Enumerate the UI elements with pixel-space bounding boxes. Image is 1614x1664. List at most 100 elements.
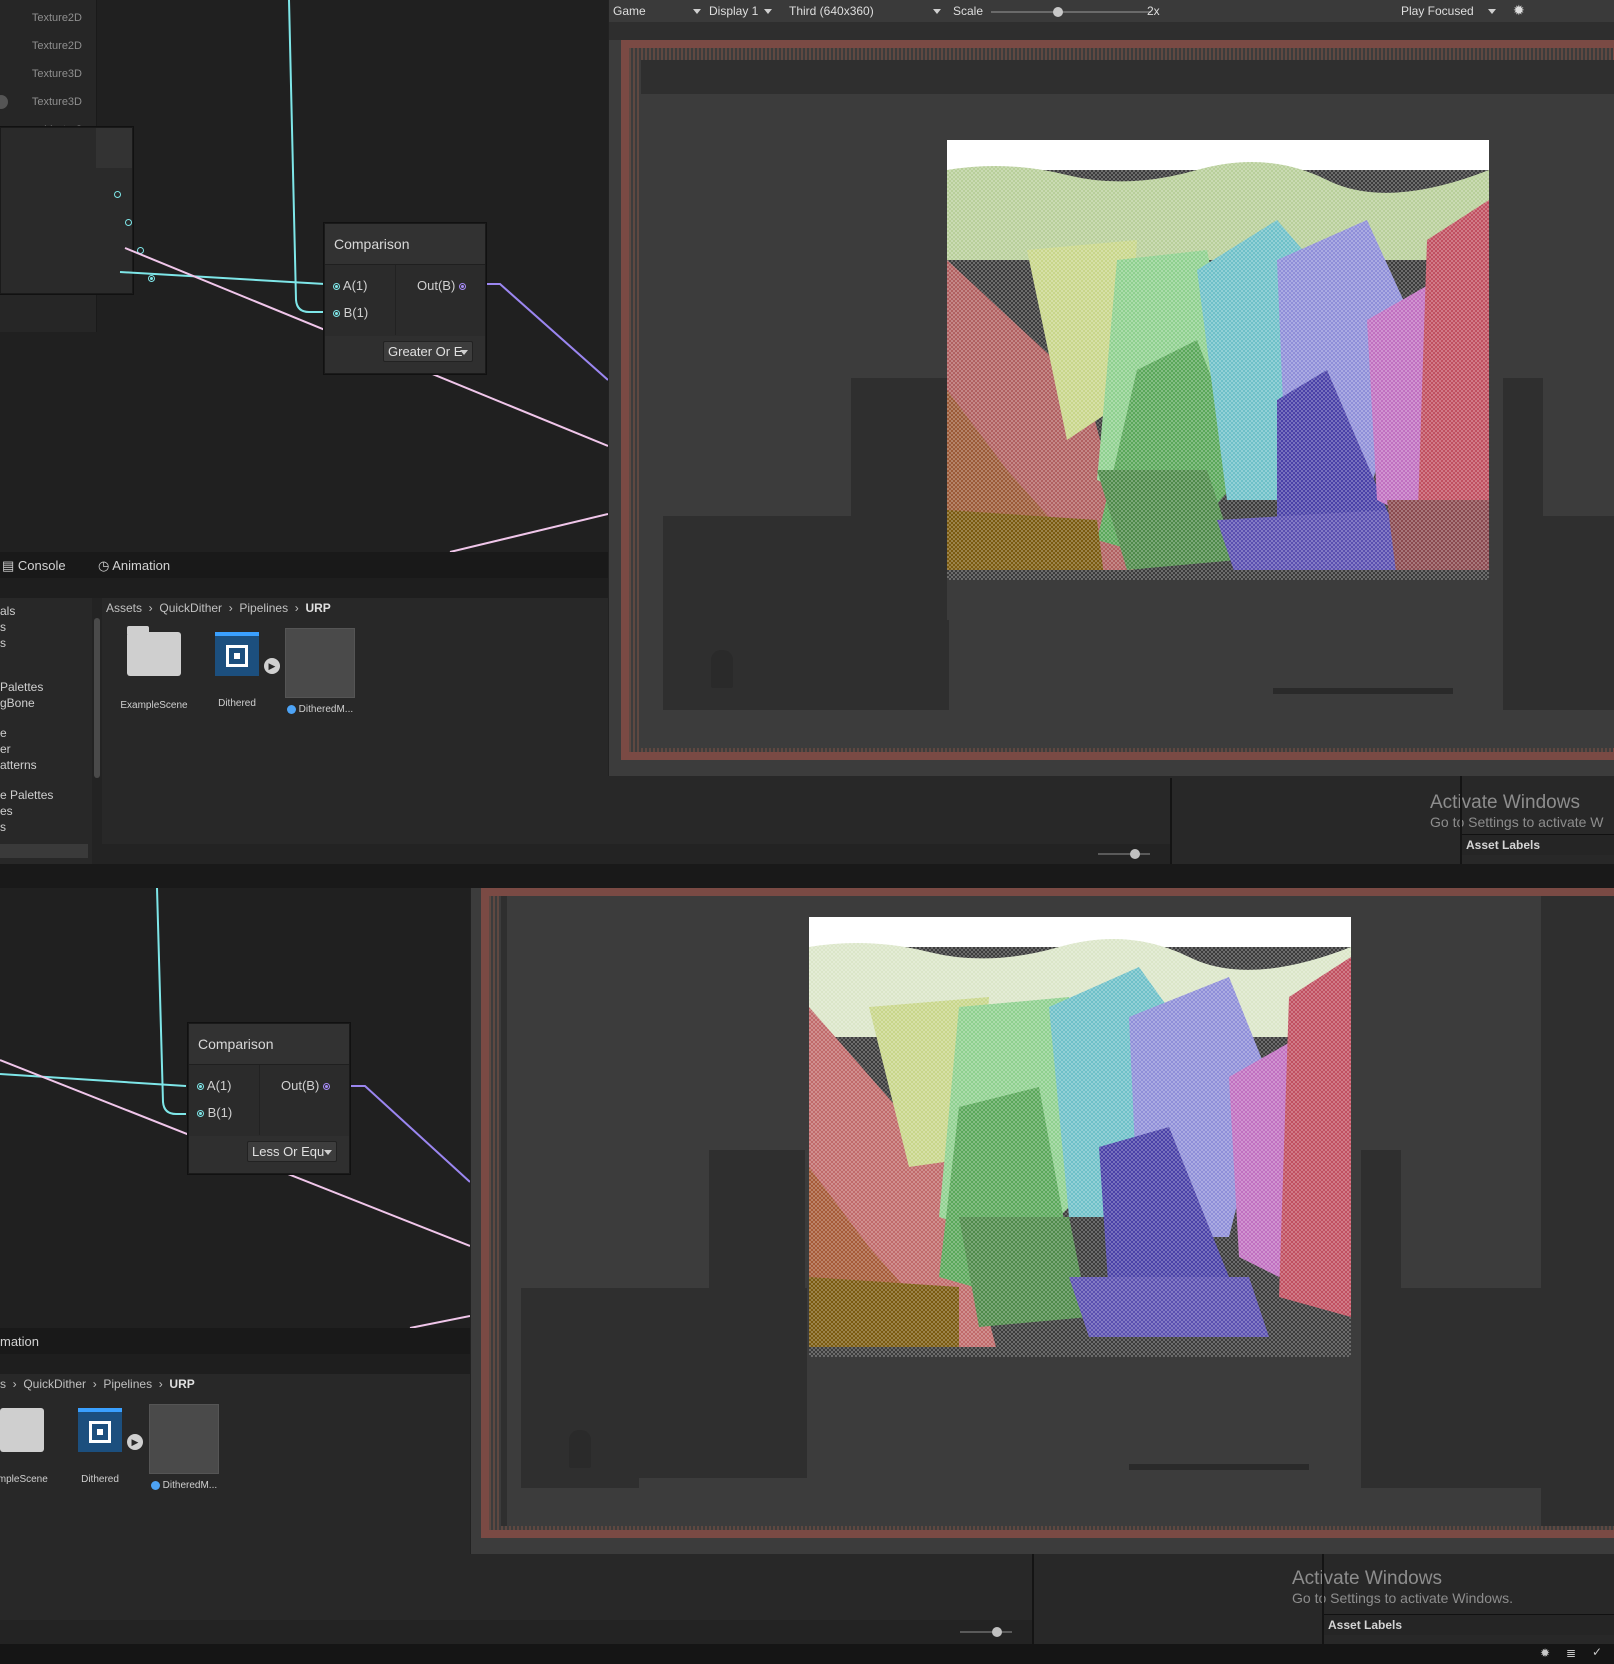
comparison-node[interactable]: Comparison A(1) B(1) Out(B) Greater Or E bbox=[324, 223, 486, 374]
tab-console[interactable]: ▤ Console bbox=[2, 558, 66, 574]
comparison-mode-dropdown[interactable]: Less Or Equ bbox=[247, 1141, 337, 1162]
port-dot-icon bbox=[458, 283, 466, 291]
layers-icon[interactable]: ≣ bbox=[1566, 1646, 1576, 1660]
chevron-down-icon bbox=[764, 9, 773, 15]
resolution-dropdown[interactable]: Third (640x360) bbox=[789, 4, 874, 18]
tree-item[interactable]: s bbox=[0, 620, 6, 634]
asset-item[interactable]: ampleScene bbox=[0, 1408, 60, 1485]
port-dot-icon bbox=[197, 1083, 204, 1091]
folder-tree[interactable]: als s s Palettes gBone e er atterns e Pa… bbox=[0, 598, 92, 864]
port-dot-icon bbox=[333, 310, 340, 318]
tree-item[interactable]: e bbox=[0, 726, 7, 740]
shader-graph-panel-bottom[interactable]: Comparison A(1) B(1) Out(B) Less Or Equ bbox=[0, 888, 470, 1328]
display-dropdown[interactable]: Display 1 bbox=[709, 4, 773, 18]
scale-label: Scale bbox=[953, 4, 984, 18]
tab-animation[interactable]: ◷ Animation bbox=[98, 558, 170, 574]
asset-label: ExampleScene bbox=[120, 700, 188, 711]
input-b-port[interactable]: B(1) bbox=[197, 1105, 232, 1120]
bug-icon[interactable]: ✹ bbox=[1513, 2, 1525, 19]
input-a-port[interactable]: A(1) bbox=[197, 1078, 231, 1093]
console-icon: ▤ bbox=[2, 558, 15, 573]
node-title: Comparison bbox=[325, 224, 485, 265]
breadcrumb-item[interactable]: URP bbox=[169, 1377, 194, 1391]
bug-icon[interactable]: ✹ bbox=[1540, 1646, 1550, 1660]
dropdown-value: Less Or Equ bbox=[252, 1144, 325, 1159]
shader-graph-icon bbox=[215, 632, 259, 676]
player-sprite bbox=[569, 1430, 591, 1468]
chevron-down-icon bbox=[460, 350, 468, 355]
comparison-node[interactable]: Comparison A(1) B(1) Out(B) Less Or Equ bbox=[188, 1023, 350, 1174]
asset-item[interactable]: DitheredM... bbox=[280, 628, 360, 715]
shader-graph-panel-top[interactable]: Texture2D Texture2D Texture3D Texture3D … bbox=[0, 0, 608, 552]
comparison-mode-dropdown[interactable]: Greater Or E bbox=[383, 341, 473, 362]
material-icon bbox=[285, 628, 355, 698]
port-dot-icon bbox=[197, 1110, 204, 1118]
asset-labels-header: Asset Labels bbox=[1462, 834, 1614, 855]
play-mode-dropdown[interactable]: Play Focused bbox=[1401, 4, 1496, 18]
bottom-tab-bar-top: ▤ Console ◷ Animation bbox=[0, 552, 608, 578]
play-icon[interactable]: ▶ bbox=[264, 658, 280, 674]
folder-icon bbox=[127, 626, 181, 676]
tree-item[interactable]: s bbox=[0, 636, 6, 650]
asset-label: DitheredM... bbox=[144, 1480, 224, 1491]
chevron-down-icon bbox=[1487, 9, 1496, 15]
tree-scrollbar[interactable] bbox=[92, 598, 102, 864]
tree-item[interactable]: er bbox=[0, 742, 11, 756]
asset-item[interactable]: DitheredM... bbox=[144, 1404, 224, 1491]
tree-item[interactable]: s bbox=[0, 820, 6, 834]
breadcrumb-item[interactable]: QuickDither bbox=[159, 601, 222, 615]
clock-icon: ◷ bbox=[98, 558, 110, 573]
tab-label: mation bbox=[0, 1334, 40, 1349]
asset-label: Dithered bbox=[81, 1474, 119, 1485]
material-icon bbox=[149, 1404, 219, 1474]
bottom-tab-bar-bottom: mation bbox=[0, 1328, 470, 1354]
port-label: Out(B) bbox=[281, 1078, 320, 1093]
input-a-port[interactable]: A(1) bbox=[333, 278, 367, 293]
port-label: B(1) bbox=[207, 1105, 233, 1120]
breadcrumb-item[interactable]: s bbox=[0, 1377, 6, 1391]
port-label: A(1) bbox=[206, 1078, 232, 1093]
dropdown-value: Greater Or E bbox=[388, 344, 463, 359]
tab-animation[interactable]: mation bbox=[0, 1334, 39, 1349]
tree-item[interactable]: e Palettes bbox=[0, 788, 53, 802]
breadcrumb: Assets › QuickDither › Pipelines › URP bbox=[106, 601, 331, 615]
game-view-dropdown[interactable]: Game bbox=[613, 4, 646, 18]
zoom-slider[interactable] bbox=[1098, 849, 1150, 859]
dithered-texture-preview bbox=[809, 917, 1351, 1397]
scale-value: 2x bbox=[1147, 4, 1160, 18]
port-label: Out(B) bbox=[417, 278, 456, 293]
tree-item[interactable]: Palettes bbox=[0, 680, 43, 694]
asset-item[interactable]: ExampleScene bbox=[114, 626, 194, 711]
folder-icon bbox=[0, 1408, 44, 1452]
tree-item[interactable]: es bbox=[0, 804, 13, 818]
dithered-texture-preview bbox=[947, 140, 1489, 620]
tree-item[interactable]: atterns bbox=[0, 758, 37, 772]
output-port[interactable]: Out(B) bbox=[417, 278, 466, 293]
shader-graph-icon bbox=[78, 1408, 122, 1452]
activate-windows-watermark: Activate Windows Go to Settings to activ… bbox=[1430, 792, 1604, 830]
inspector-area-bottom: Activate Windows Go to Settings to activ… bbox=[1034, 1554, 1614, 1644]
tab-label: Console bbox=[17, 558, 66, 573]
check-icon[interactable]: ✓ bbox=[1592, 1645, 1602, 1659]
output-port[interactable]: Out(B) bbox=[281, 1078, 330, 1093]
scale-slider[interactable] bbox=[991, 7, 1151, 17]
tree-item[interactable]: gBone bbox=[0, 696, 35, 710]
play-icon[interactable]: ▶ bbox=[127, 1434, 143, 1450]
inspector-area-top: Activate Windows Go to Settings to activ… bbox=[1172, 776, 1614, 864]
breadcrumb-item[interactable]: Pipelines bbox=[239, 601, 288, 615]
breadcrumb-item[interactable]: Assets bbox=[106, 601, 142, 615]
activate-windows-watermark: Activate Windows Go to Settings to activ… bbox=[1292, 1568, 1513, 1606]
breadcrumb-item[interactable]: URP bbox=[305, 601, 330, 615]
breadcrumb-item[interactable]: QuickDither bbox=[23, 1377, 86, 1391]
breadcrumb-item[interactable]: Pipelines bbox=[103, 1377, 152, 1391]
asset-label: Dithered bbox=[218, 698, 256, 709]
asset-label: ampleScene bbox=[0, 1474, 48, 1485]
game-view-bottom[interactable] bbox=[470, 888, 1614, 1554]
tree-item[interactable]: als bbox=[0, 604, 15, 618]
status-bar: ✹ ≣ ✓ bbox=[0, 1644, 1614, 1664]
asset-labels-header: Asset Labels bbox=[1324, 1614, 1614, 1635]
zoom-slider[interactable] bbox=[960, 1627, 1012, 1637]
game-view-top[interactable]: Game Display 1 Third (640x360) Scale 2x … bbox=[608, 0, 1614, 776]
asset-label: DitheredM... bbox=[280, 704, 360, 715]
input-b-port[interactable]: B(1) bbox=[333, 305, 368, 320]
